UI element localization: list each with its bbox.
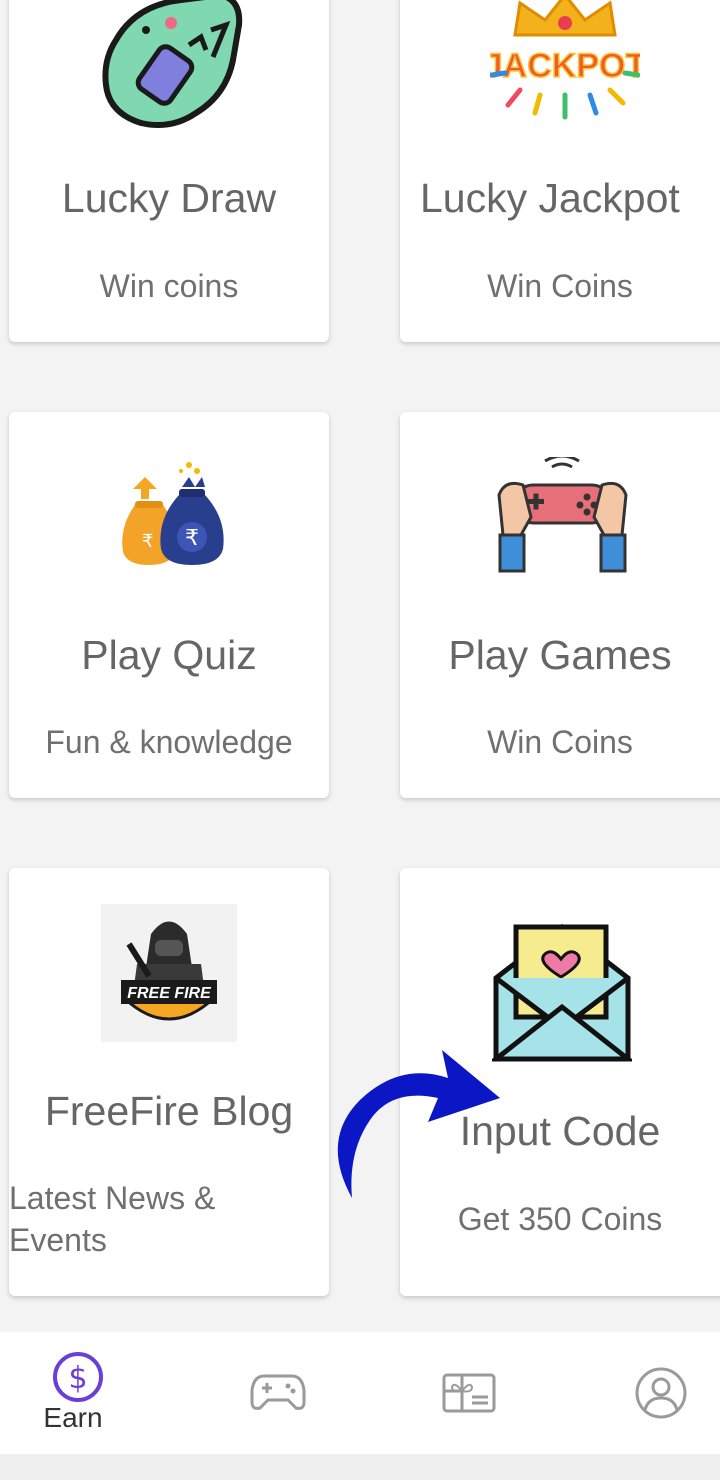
svg-text:$: $ [68,1361,87,1396]
nav-gift-card[interactable] [395,1332,550,1454]
rupee-symbol: ₹ [185,526,199,551]
nav-earn-label: Earn [43,1402,103,1433]
card-subtitle: Win Coins [487,268,633,304]
card-title: FreeFire Blog [44,1088,294,1134]
love-letter-envelope-icon [492,923,632,1062]
card-subtitle: Fun & knowledge [45,724,293,760]
profile-icon [635,1367,687,1419]
jackpot-text: JACKPOT [490,47,640,85]
card-lucky-draw[interactable]: Lucky Draw Win coins [9,0,329,342]
card-play-games[interactable]: Play Games Win Coins [400,412,720,798]
gift-card-icon [442,1373,496,1413]
gamepad-nav-icon [250,1374,306,1410]
card-title: Lucky Draw [61,175,277,221]
gamepad-icon [497,457,628,573]
nav-earn[interactable]: $ Earn [0,1332,150,1454]
card-subtitle: Events [9,1222,107,1258]
dollar-circle-icon: $ [53,1352,103,1402]
jackpot-icon: JACKPOT [490,0,640,120]
card-play-quiz[interactable]: ₹ ₹ Play Quiz Fun & knowledge [9,412,329,798]
freefire-logo-icon: FREE FIRE [101,904,237,1042]
card-title: Lucky Jackpot [420,175,680,221]
card-subtitle: Get 350 Coins [457,1201,663,1237]
lucky-draw-ticket-icon [102,0,243,128]
card-title: Play Quiz [81,632,257,678]
card-subtitle: Latest News & [9,1180,216,1216]
nav-profile[interactable] [590,1332,720,1454]
rupee-symbol: ₹ [142,531,153,552]
card-freefire-blog[interactable]: FREE FIRE FreeFire Blog Latest News & Ev… [9,868,329,1296]
card-title: Play Games [448,632,672,678]
system-bottom-strip [0,1454,720,1480]
card-subtitle: Win coins [99,268,239,304]
card-subtitle: Win Coins [487,724,633,760]
money-bags-icon: ₹ ₹ [122,462,224,565]
curved-arrow-icon [337,1050,500,1198]
freefire-logo-text: FREE FIRE [127,985,212,1002]
nav-games[interactable] [200,1332,355,1454]
bottom-navigation: $ Earn [0,1332,720,1454]
card-lucky-jackpot[interactable]: JACKPOT Lucky Jackpot Win Coins [400,0,720,342]
